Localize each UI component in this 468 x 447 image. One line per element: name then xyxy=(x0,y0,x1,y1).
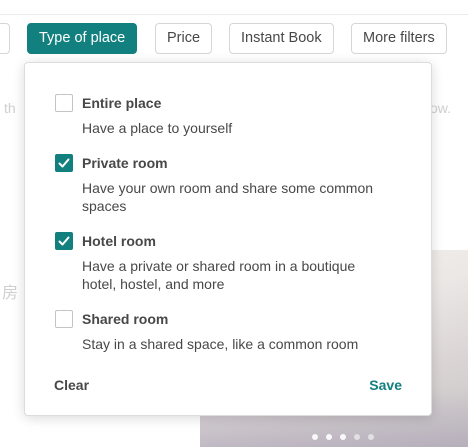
hotel-room-checkbox[interactable] xyxy=(55,232,73,250)
option-title: Entire place xyxy=(82,95,162,111)
price-button[interactable]: Price xyxy=(155,23,213,54)
photo-carousel-dots xyxy=(312,434,374,440)
type-of-place-button[interactable]: Type of place xyxy=(27,23,138,54)
shared-room-checkbox[interactable] xyxy=(55,310,73,328)
instant-book-button[interactable]: Instant Book xyxy=(229,23,334,54)
carousel-dot[interactable] xyxy=(354,434,360,440)
carousel-dot[interactable] xyxy=(312,434,318,440)
option-description: Stay in a shared space, like a common ro… xyxy=(82,336,359,352)
private-room-checkbox[interactable] xyxy=(55,154,73,172)
carousel-dot[interactable] xyxy=(368,434,374,440)
filter-pill-partial[interactable] xyxy=(0,23,10,54)
option-title: Hotel room xyxy=(82,233,156,249)
option-title: Shared room xyxy=(82,311,169,327)
option-description: Have a private or shared room in a bouti… xyxy=(82,258,356,292)
background-text-left: th xyxy=(4,100,16,116)
option-description: Have a place to yourself xyxy=(82,120,233,136)
carousel-dot[interactable] xyxy=(326,434,332,440)
header-divider xyxy=(0,14,468,15)
option-title: Private room xyxy=(82,155,168,171)
more-filters-button[interactable]: More filters xyxy=(351,23,447,54)
clear-button[interactable]: Clear xyxy=(54,377,89,393)
checkmark-icon xyxy=(58,236,70,246)
background-text-cjk: 房 xyxy=(2,285,19,302)
carousel-dot[interactable] xyxy=(340,434,346,440)
type-of-place-dropdown: Entire place Have a place to yourself Pr… xyxy=(24,62,432,416)
save-button[interactable]: Save xyxy=(369,377,402,393)
checkmark-icon xyxy=(58,158,70,168)
background-text-right: ow. xyxy=(430,100,452,116)
entire-place-checkbox[interactable] xyxy=(55,94,73,112)
option-description: Have your own room and share some common… xyxy=(82,180,374,214)
